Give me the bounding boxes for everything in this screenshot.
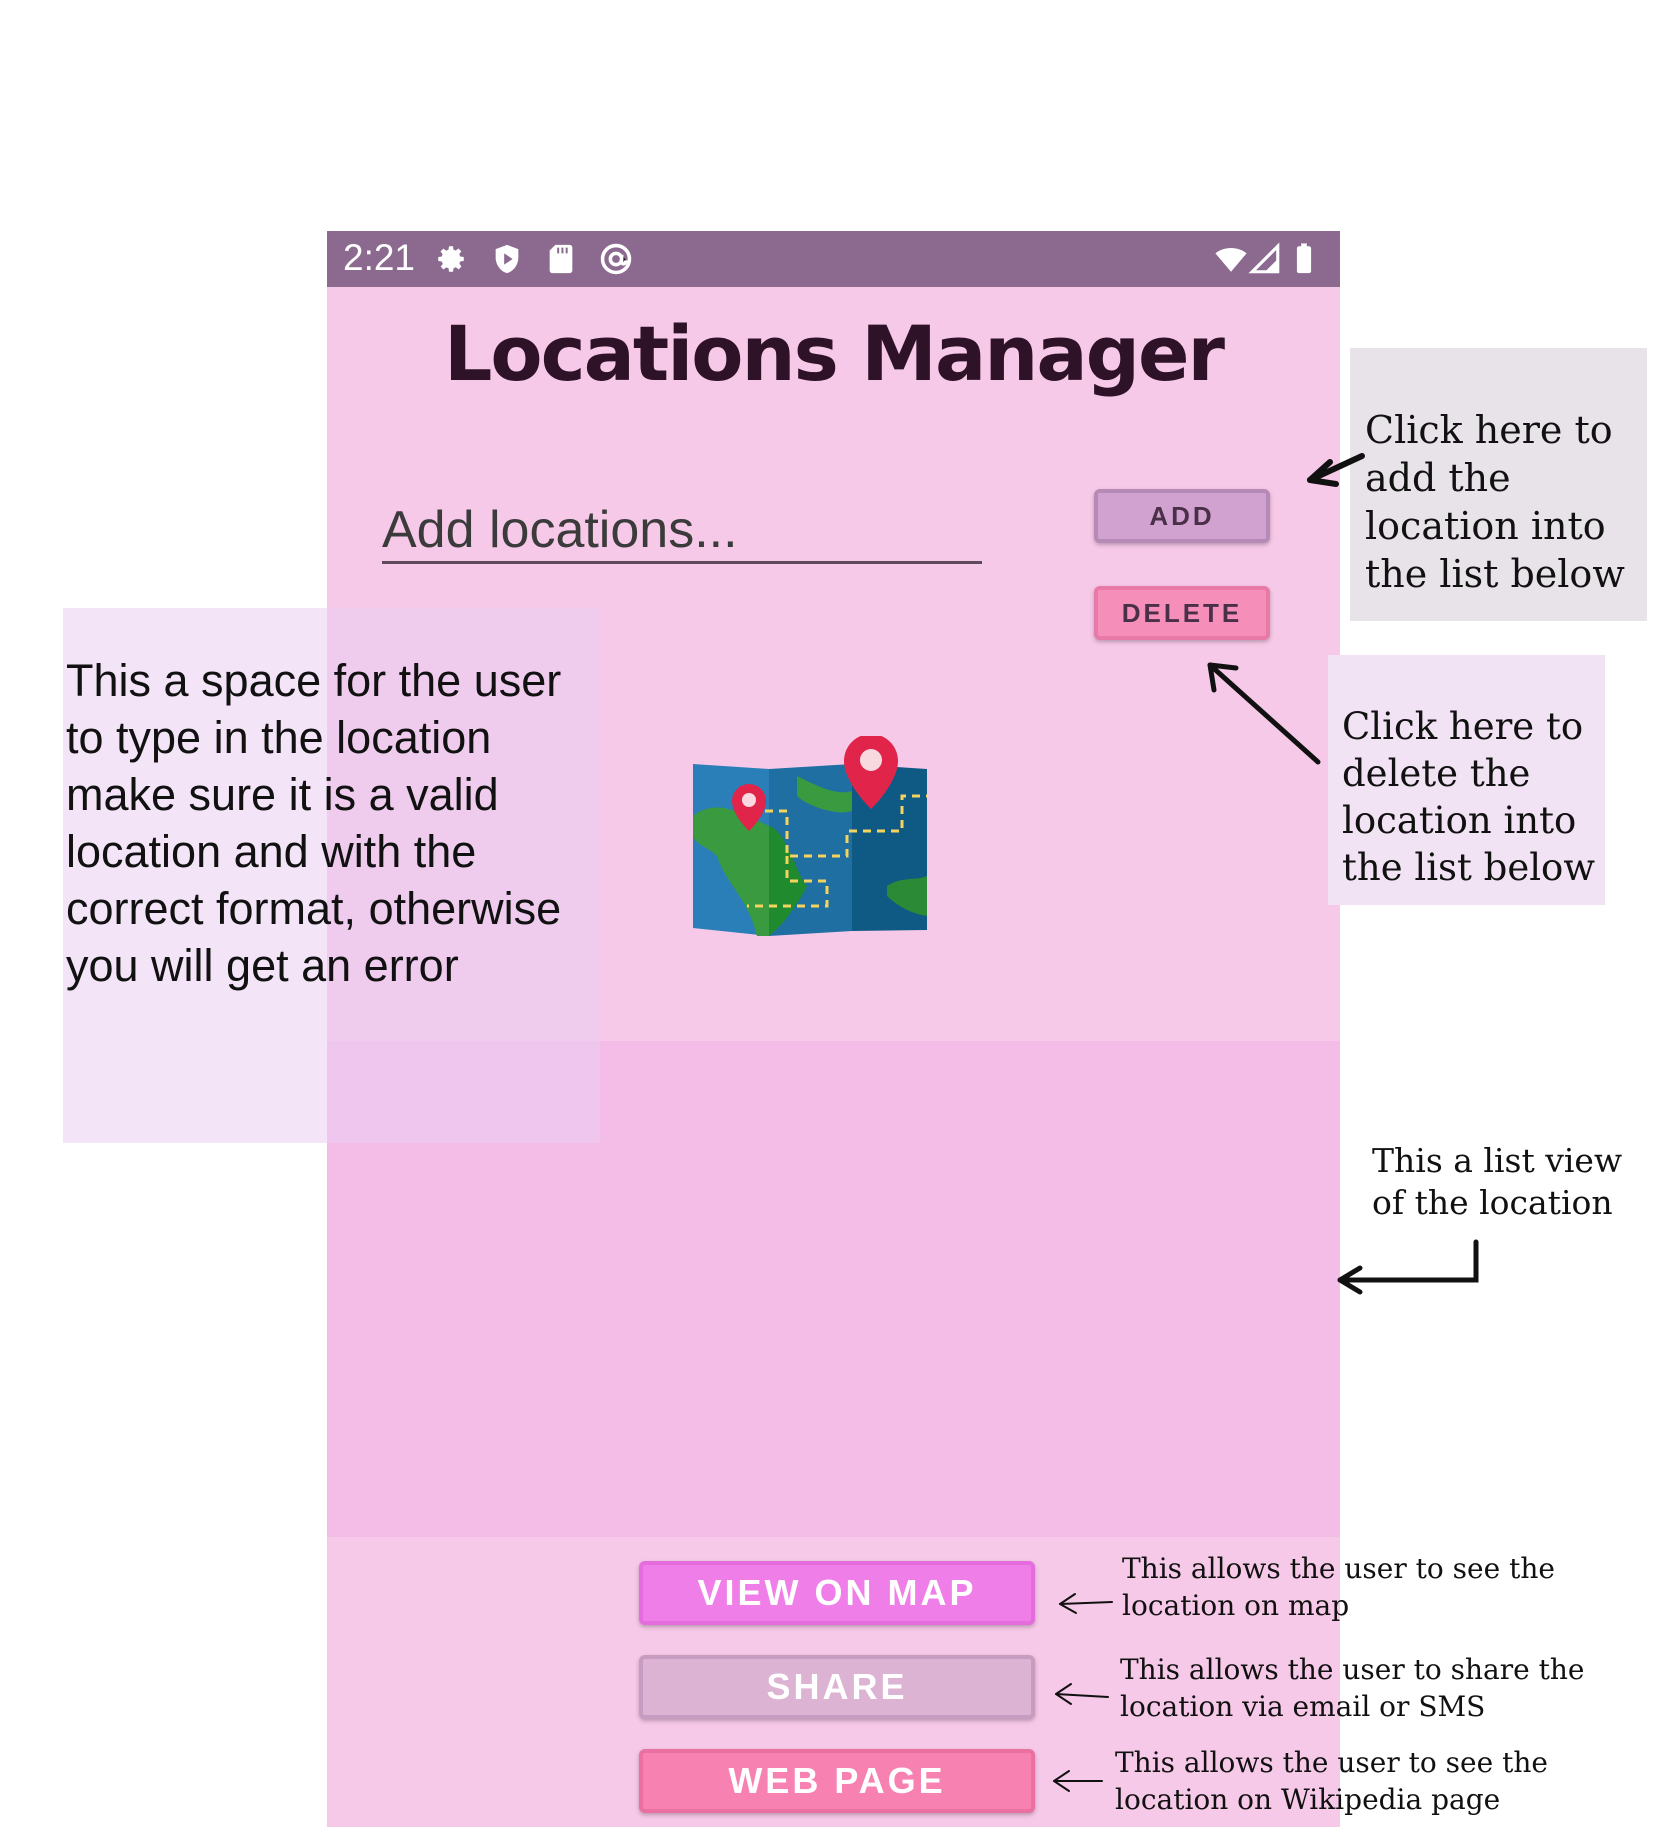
- view-on-map-button[interactable]: VIEW ON MAP: [639, 1561, 1035, 1625]
- list-arrow-icon: [1337, 1239, 1479, 1295]
- map-annotation-text: This allows the user to see the location…: [1122, 1552, 1555, 1622]
- gear-icon: [438, 246, 464, 272]
- share-annotation-text: This allows the user to share the locati…: [1120, 1653, 1585, 1723]
- input-annotation-text: This a space for the user to type in the…: [66, 655, 562, 991]
- map-icon: [693, 736, 927, 936]
- signal-icon: [1248, 242, 1280, 274]
- web-page-button[interactable]: WEB PAGE: [639, 1749, 1035, 1813]
- wifi-icon: [1215, 248, 1247, 272]
- battery-icon: [1296, 243, 1312, 274]
- status-bar: 2:21: [327, 231, 1340, 287]
- delete-annotation-text: Click here to delete the location into t…: [1342, 705, 1596, 889]
- list-annotation-text: This a list view of the location: [1372, 1141, 1623, 1222]
- sd-card-icon: [549, 244, 573, 274]
- share-button[interactable]: SHARE: [639, 1655, 1035, 1719]
- delete-button[interactable]: DELETE: [1094, 586, 1270, 640]
- app-title: Locations Manager: [443, 309, 1225, 398]
- status-time: 2:21: [343, 237, 416, 278]
- add-button[interactable]: ADD: [1094, 489, 1270, 543]
- add-annotation-text: Click here to add the location into the …: [1365, 408, 1625, 596]
- delete-annotation-box: Click here to delete the location into t…: [1328, 655, 1605, 905]
- at-sign-icon: [600, 243, 632, 275]
- location-input[interactable]: [382, 499, 982, 564]
- shield-icon: [495, 244, 519, 274]
- web-annotation-text: This allows the user to see the location…: [1115, 1746, 1548, 1816]
- input-annotation-box: This a space for the user to type in the…: [63, 608, 600, 1143]
- add-annotation-box: Click here to add the location into the …: [1350, 348, 1647, 621]
